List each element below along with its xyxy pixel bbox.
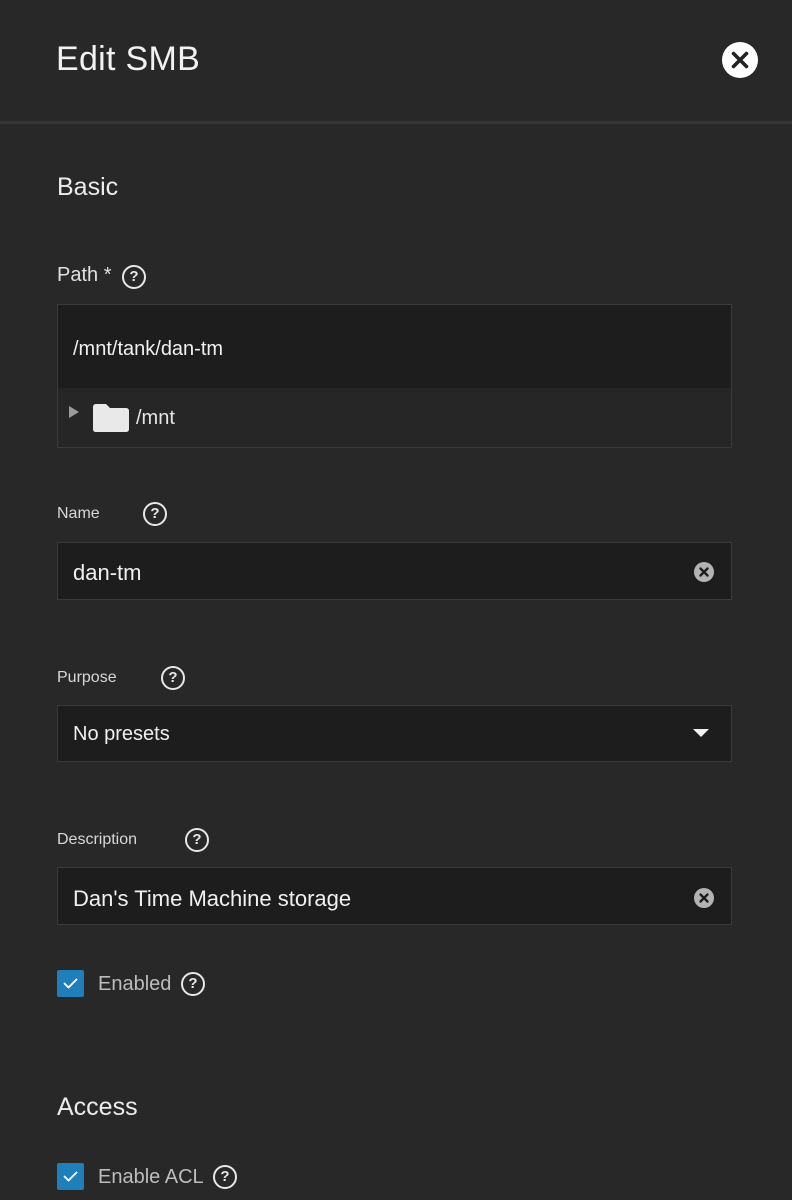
- checkmark-icon: [63, 978, 78, 989]
- edit-smb-dialog: Edit SMB Basic Path * ? /mnt/tank/dan-tm…: [0, 0, 792, 1200]
- path-label: Path *: [57, 264, 112, 286]
- purpose-select[interactable]: No presets: [57, 705, 732, 762]
- enable-acl-checkbox[interactable]: [57, 1163, 84, 1190]
- name-value: dan-tm: [73, 560, 142, 585]
- folder-icon: [93, 404, 129, 432]
- enabled-label[interactable]: Enabled: [98, 973, 171, 996]
- purpose-help-icon[interactable]: ?: [161, 666, 185, 690]
- description-value: Dan's Time Machine storage: [73, 886, 352, 911]
- description-clear-icon[interactable]: [694, 888, 714, 908]
- description-help-icon[interactable]: ?: [185, 828, 209, 852]
- enabled-help-icon[interactable]: ?: [181, 972, 205, 996]
- checkmark-icon: [63, 1171, 78, 1182]
- chevron-down-icon[interactable]: [693, 729, 709, 737]
- enable-acl-label[interactable]: Enable ACL: [98, 1166, 204, 1189]
- name-input[interactable]: dan-tm: [57, 542, 732, 600]
- section-access-title: Access: [57, 1093, 138, 1121]
- close-button[interactable]: [722, 42, 758, 78]
- name-help-icon[interactable]: ?: [143, 502, 167, 526]
- path-help-icon[interactable]: ?: [122, 265, 146, 289]
- name-clear-icon[interactable]: [694, 562, 714, 582]
- path-tree-node[interactable]: /mnt: [57, 388, 732, 448]
- dialog-title: Edit SMB: [56, 40, 201, 78]
- tree-node-label: /mnt: [136, 407, 175, 429]
- path-input[interactable]: /mnt/tank/dan-tm: [57, 304, 732, 389]
- tree-expand-icon[interactable]: [69, 406, 79, 418]
- path-value: /mnt/tank/dan-tm: [73, 338, 224, 360]
- description-label: Description: [57, 831, 138, 848]
- description-input[interactable]: Dan's Time Machine storage: [57, 867, 732, 925]
- section-basic-title: Basic: [57, 173, 119, 201]
- dialog-header: Edit SMB: [0, 0, 792, 124]
- enable-acl-help-icon[interactable]: ?: [213, 1165, 237, 1189]
- close-icon: [731, 51, 749, 69]
- enabled-checkbox[interactable]: [57, 970, 84, 997]
- purpose-selected-value: No presets: [73, 723, 170, 745]
- purpose-label: Purpose: [57, 669, 117, 686]
- name-label: Name: [57, 505, 100, 522]
